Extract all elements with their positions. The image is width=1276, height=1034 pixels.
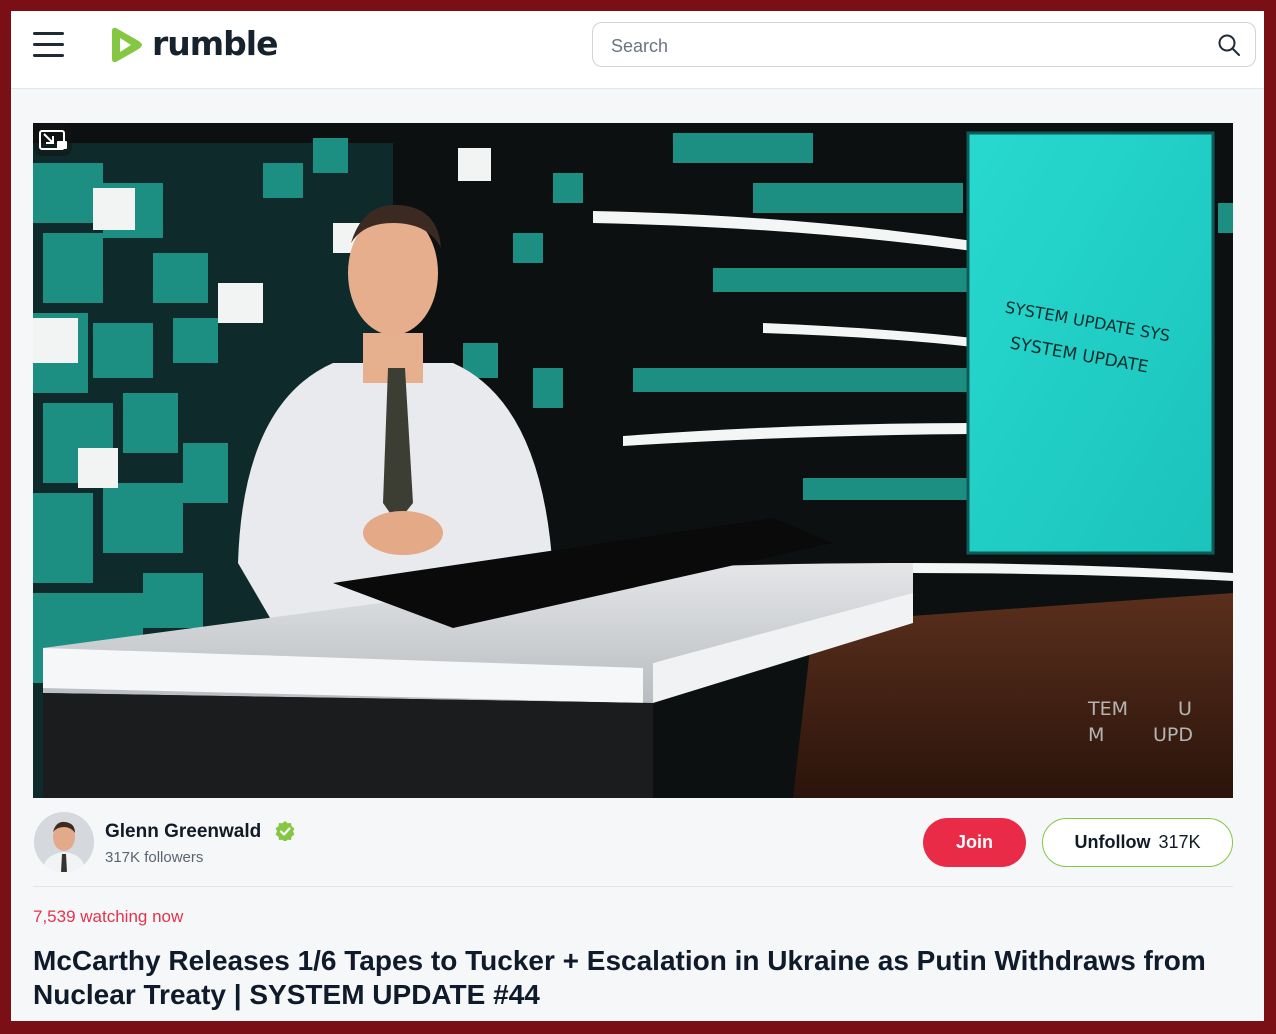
divider (33, 886, 1233, 887)
video-title: McCarthy Releases 1/6 Tapes to Tucker + … (33, 945, 1206, 1010)
join-button[interactable]: Join (923, 818, 1026, 867)
logo-wordmark: rumble (152, 23, 278, 63)
video-frame: SYSTEM UPDATE SYS SYSTEM UPDATE TEM U M … (33, 123, 1233, 798)
unfollow-label: Unfollow (1074, 832, 1151, 852)
watching-now-count: 7,539 watching now (33, 907, 184, 926)
picture-in-picture-icon[interactable] (33, 123, 73, 157)
watermark-1: TEM (1087, 698, 1128, 720)
unfollow-button[interactable]: Unfollow 317K (1042, 818, 1233, 867)
video-player[interactable]: SYSTEM UPDATE SYS SYSTEM UPDATE TEM U M … (33, 123, 1233, 798)
unfollow-count: 317K (1158, 832, 1201, 852)
browser-frame: rumble Search SYSTEM UPDATE SYS SYSTEM U… (11, 11, 1264, 1021)
search-box[interactable] (592, 22, 1256, 67)
rumble-logo[interactable]: rumble (104, 23, 278, 67)
verified-icon (275, 821, 295, 841)
follower-count: 317K followers (105, 849, 204, 866)
watermark-2: M (1088, 724, 1104, 746)
menu-icon[interactable] (33, 32, 64, 58)
watermark-2b: UPD (1153, 724, 1193, 746)
rumble-play-icon (112, 27, 142, 63)
site-header: rumble (11, 11, 1264, 89)
channel-avatar[interactable] (34, 812, 94, 872)
watermark-1b: U (1178, 698, 1192, 720)
page-content: SYSTEM UPDATE SYS SYSTEM UPDATE TEM U M … (11, 89, 1264, 1021)
search-input[interactable] (609, 32, 1173, 60)
search-icon[interactable] (1217, 33, 1241, 57)
channel-name[interactable]: Glenn Greenwald (105, 821, 261, 843)
